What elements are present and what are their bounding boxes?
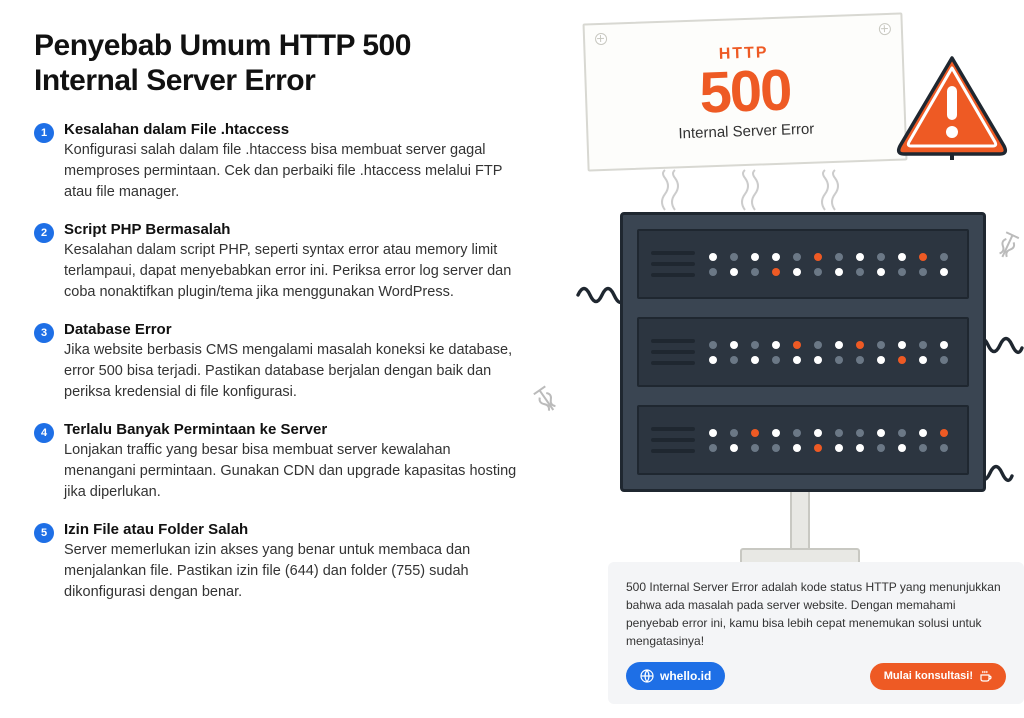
sign-code: 500 — [699, 61, 792, 122]
screw-icon — [879, 23, 891, 35]
smoke-icon — [655, 168, 683, 212]
bolt-icon — [989, 225, 1024, 269]
coffee-cup-icon — [979, 670, 992, 683]
item-text: Jika website berbasis CMS mengalami masa… — [64, 340, 520, 403]
item-number: 3 — [34, 323, 54, 343]
footer-card: 500 Internal Server Error adalah kode st… — [608, 562, 1024, 704]
page-title: Penyebab Umum HTTP 500 Internal Server E… — [34, 28, 520, 99]
item-title: Database Error — [64, 321, 520, 338]
item-title: Script PHP Bermasalah — [64, 221, 520, 238]
item-number: 4 — [34, 423, 54, 443]
error-sign: HTTP 500 Internal Server Error — [583, 12, 908, 171]
server-rack-icon — [620, 212, 986, 492]
item-number: 1 — [34, 123, 54, 143]
list-item: 1 Kesalahan dalam File .htaccess Konfigu… — [34, 121, 520, 203]
list-item: 2 Script PHP Bermasalah Kesalahan dalam … — [34, 221, 520, 303]
list-item: 3 Database Error Jika website berbasis C… — [34, 321, 520, 403]
brand-pill[interactable]: whello.id — [626, 662, 725, 690]
cta-button[interactable]: Mulai konsultasi! — [870, 663, 1006, 690]
list-item: 4 Terlalu Banyak Permintaan ke Server Lo… — [34, 421, 520, 503]
server-unit — [637, 405, 969, 475]
footer-description: 500 Internal Server Error adalah kode st… — [626, 578, 1006, 650]
globe-icon — [640, 669, 654, 683]
item-text: Lonjakan traffic yang besar bisa membuat… — [64, 440, 520, 503]
server-unit — [637, 229, 969, 299]
spark-icon — [576, 280, 626, 310]
causes-list: 1 Kesalahan dalam File .htaccess Konfigu… — [34, 121, 520, 603]
sign-subtitle: Internal Server Error — [678, 120, 814, 142]
smoke-icon — [815, 168, 843, 212]
item-title: Terlalu Banyak Permintaan ke Server — [64, 421, 520, 438]
brand-label: whello.id — [660, 669, 711, 683]
smoke-icon — [735, 168, 763, 212]
list-item: 5 Izin File atau Folder Salah Server mem… — [34, 521, 520, 603]
item-text: Kesalahan dalam script PHP, seperti synt… — [64, 240, 520, 303]
content-column: Penyebab Umum HTTP 500 Internal Server E… — [0, 0, 540, 718]
warning-triangle-icon — [892, 50, 1012, 160]
screw-icon — [595, 33, 607, 45]
item-title: Kesalahan dalam File .htaccess — [64, 121, 520, 138]
cta-label: Mulai konsultasi! — [884, 670, 973, 682]
item-text: Konfigurasi salah dalam file .htaccess b… — [64, 140, 520, 203]
item-number: 5 — [34, 523, 54, 543]
item-number: 2 — [34, 223, 54, 243]
item-title: Izin File atau Folder Salah — [64, 521, 520, 538]
server-unit — [637, 317, 969, 387]
item-text: Server memerlukan izin akses yang benar … — [64, 540, 520, 603]
illustration-column: HTTP 500 Internal Server Error — [540, 0, 1024, 718]
